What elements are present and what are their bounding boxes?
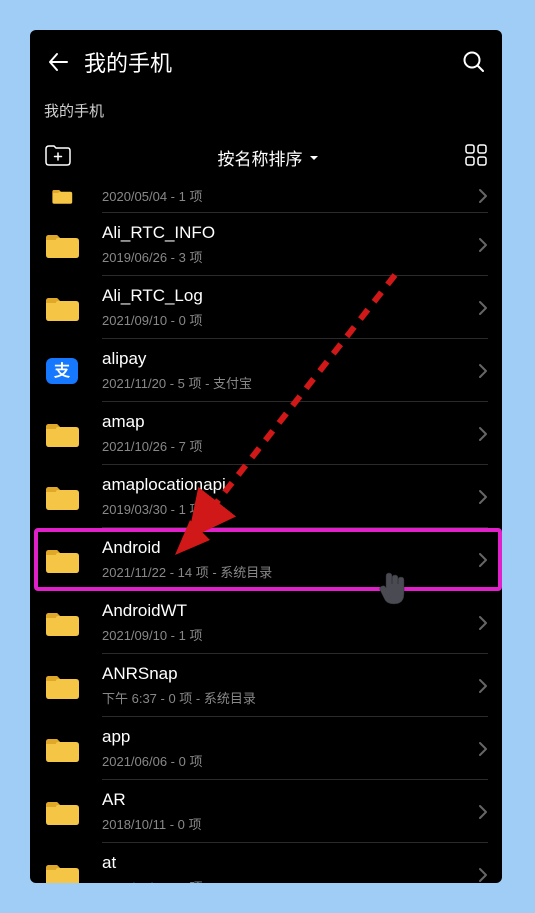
- chevron-right-icon: [478, 188, 488, 204]
- grid-icon: [464, 143, 488, 167]
- back-button[interactable]: [44, 48, 72, 76]
- alipay-icon: 支: [44, 356, 80, 386]
- file-list[interactable]: 2020/05/04 - 1 项 Ali_RTC_INFO 2019/06/26…: [30, 186, 502, 883]
- file-name: AndroidWT: [102, 601, 478, 621]
- search-icon: [462, 50, 486, 74]
- file-row[interactable]: AndroidWT 2021/09/10 - 1 项: [30, 591, 502, 654]
- file-info: amap 2021/10/26 - 7 项: [102, 412, 478, 455]
- file-row[interactable]: ANRSnap 下午 6:37 - 0 项 - 系统目录: [30, 654, 502, 717]
- chevron-right-icon: [478, 363, 488, 379]
- file-row[interactable]: at 2018/10/02 - 1 项: [30, 843, 502, 883]
- folder-icon: [44, 419, 80, 449]
- file-info: Android 2021/11/22 - 14 项 - 系统目录: [102, 538, 478, 581]
- file-row[interactable]: 支 alipay 2021/11/20 - 5 项 - 支付宝: [30, 339, 502, 402]
- sort-dropdown[interactable]: 按名称排序: [218, 145, 319, 170]
- file-name: Ali_RTC_Log: [102, 286, 478, 306]
- file-info: app 2021/06/06 - 0 项: [102, 727, 478, 770]
- folder-icon: [44, 545, 80, 575]
- search-button[interactable]: [460, 48, 488, 76]
- file-meta: 下午 6:37 - 0 项 - 系统目录: [102, 688, 478, 707]
- chevron-right-icon: [478, 678, 488, 694]
- chevron-right-icon: [478, 741, 488, 757]
- folder-icon: [44, 734, 80, 764]
- file-meta: 2018/10/11 - 0 项: [102, 814, 478, 833]
- file-info: AR 2018/10/11 - 0 项: [102, 790, 478, 833]
- file-info: AndroidWT 2021/09/10 - 1 项: [102, 601, 478, 644]
- folder-icon: [44, 671, 80, 701]
- folder-icon: [44, 230, 80, 260]
- header-bar: 我的手机: [30, 30, 502, 90]
- folder-icon: [44, 860, 80, 884]
- folder-icon: [44, 482, 80, 512]
- file-name: Android: [102, 538, 478, 558]
- new-folder-icon: [44, 143, 72, 167]
- view-toggle-button[interactable]: [464, 143, 488, 172]
- file-name: amaplocationapi: [102, 475, 478, 495]
- phone-screen: 我的手机 我的手机 按名称排序: [30, 30, 502, 883]
- file-name: Ali_RTC_INFO: [102, 223, 478, 243]
- chevron-right-icon: [478, 867, 488, 883]
- file-row[interactable]: Android 2021/11/22 - 14 项 - 系统目录: [30, 528, 502, 591]
- folder-icon: [44, 293, 80, 323]
- chevron-right-icon: [478, 300, 488, 316]
- chevron-right-icon: [478, 615, 488, 631]
- file-row[interactable]: amaplocationapi 2019/03/30 - 1 项: [30, 465, 502, 528]
- chevron-right-icon: [478, 552, 488, 568]
- file-row[interactable]: Ali_RTC_INFO 2019/06/26 - 3 项: [30, 213, 502, 276]
- file-row[interactable]: amap 2021/10/26 - 7 项: [30, 402, 502, 465]
- svg-text:支: 支: [53, 361, 71, 380]
- file-name: ANRSnap: [102, 664, 478, 684]
- file-row[interactable]: AR 2018/10/11 - 0 项: [30, 780, 502, 843]
- toolbar: 按名称排序: [30, 135, 502, 186]
- chevron-right-icon: [478, 237, 488, 253]
- file-info: at 2018/10/02 - 1 项: [102, 853, 478, 883]
- file-meta: 2019/06/26 - 3 项: [102, 247, 478, 266]
- new-folder-button[interactable]: [44, 143, 72, 172]
- file-meta: 2021/11/20 - 5 项 - 支付宝: [102, 373, 478, 392]
- file-info: 2020/05/04 - 1 项: [102, 186, 478, 205]
- file-info: amaplocationapi 2019/03/30 - 1 项: [102, 475, 478, 518]
- file-name: AR: [102, 790, 478, 810]
- file-meta: 2018/10/02 - 1 项: [102, 877, 478, 883]
- chevron-down-icon: [309, 155, 319, 161]
- file-name: amap: [102, 412, 478, 432]
- folder-icon: [44, 187, 80, 205]
- file-meta: 2019/03/30 - 1 项: [102, 499, 478, 518]
- folder-icon: [44, 797, 80, 827]
- file-info: Ali_RTC_INFO 2019/06/26 - 3 项: [102, 223, 478, 266]
- file-meta: 2021/11/22 - 14 项 - 系统目录: [102, 562, 478, 581]
- file-meta: 2021/06/06 - 0 项: [102, 751, 478, 770]
- file-meta: 2020/05/04 - 1 项: [102, 186, 478, 205]
- sort-label: 按名称排序: [218, 145, 303, 170]
- chevron-right-icon: [478, 804, 488, 820]
- folder-icon: [44, 608, 80, 638]
- file-name: app: [102, 727, 478, 747]
- file-meta: 2021/09/10 - 0 项: [102, 310, 478, 329]
- file-meta: 2021/10/26 - 7 项: [102, 436, 478, 455]
- file-info: Ali_RTC_Log 2021/09/10 - 0 项: [102, 286, 478, 329]
- file-name: at: [102, 853, 478, 873]
- page-title: 我的手机: [84, 46, 460, 78]
- file-row[interactable]: app 2021/06/06 - 0 项: [30, 717, 502, 780]
- breadcrumb[interactable]: 我的手机: [30, 90, 502, 135]
- file-meta: 2021/09/10 - 1 项: [102, 625, 478, 644]
- back-arrow-icon: [47, 51, 69, 73]
- file-info: ANRSnap 下午 6:37 - 0 项 - 系统目录: [102, 664, 478, 707]
- file-name: alipay: [102, 349, 478, 369]
- chevron-right-icon: [478, 426, 488, 442]
- file-info: alipay 2021/11/20 - 5 项 - 支付宝: [102, 349, 478, 392]
- file-row[interactable]: 2020/05/04 - 1 项: [30, 186, 502, 213]
- chevron-right-icon: [478, 489, 488, 505]
- file-row[interactable]: Ali_RTC_Log 2021/09/10 - 0 项: [30, 276, 502, 339]
